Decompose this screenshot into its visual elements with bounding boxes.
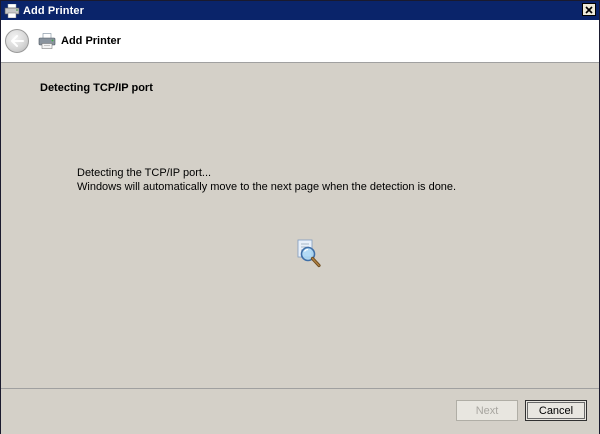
back-arrow-icon	[11, 35, 24, 47]
printer-icon	[38, 33, 56, 49]
add-printer-window: Add Printer Add Printer Detecting TCP/IP…	[0, 0, 600, 434]
nav-title: Add Printer	[61, 35, 121, 47]
close-button[interactable]	[582, 3, 596, 16]
title-bar[interactable]: Add Printer	[1, 1, 599, 20]
printer-icon	[4, 3, 20, 19]
close-icon	[585, 5, 593, 14]
back-button[interactable]	[5, 29, 29, 53]
next-button[interactable]: Next	[456, 400, 518, 421]
status-line-auto-move: Windows will automatically move to the n…	[77, 181, 457, 193]
window-title: Add Printer	[23, 4, 84, 17]
button-bar: Next Cancel	[1, 388, 599, 434]
status-message: Detecting the TCP/IP port... Windows wil…	[77, 166, 456, 194]
cancel-button[interactable]: Cancel	[525, 400, 587, 421]
content-area: Detecting TCP/IP port Detecting the TCP/…	[1, 63, 599, 388]
status-line-detecting: Detecting the TCP/IP port...	[77, 167, 212, 179]
magnifier-search-icon	[296, 239, 322, 269]
navigation-bar: Add Printer	[1, 20, 599, 63]
page-heading: Detecting TCP/IP port	[40, 82, 153, 94]
